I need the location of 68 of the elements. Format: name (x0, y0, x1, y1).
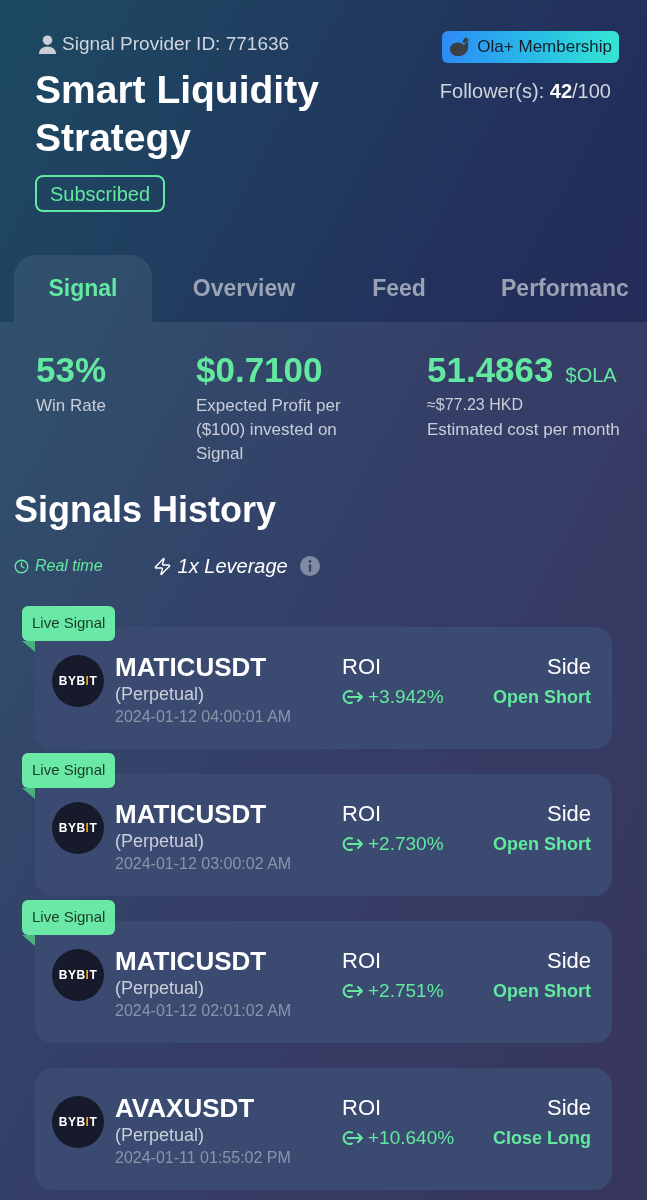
live-signal-tag: Live Signal (22, 900, 116, 935)
realtime-label: Real time (35, 556, 103, 576)
live-signal-tag: Live Signal (22, 606, 116, 641)
roi-value: +2.751% (368, 979, 444, 1003)
contract-type: (Perpetual) (115, 977, 205, 1000)
signal-time: 2024-01-12 02:01:02 AM (115, 1001, 292, 1021)
tag-fold-icon (22, 788, 35, 799)
logo-wordmark: BYBIT (58, 820, 98, 837)
stat-value: 53% (36, 350, 107, 390)
symbol-name: MATICUSDT (115, 799, 267, 829)
arrow-in-circle-icon (342, 1130, 364, 1146)
roi-label: ROI (342, 1094, 382, 1122)
arrow-in-circle-icon (342, 836, 364, 852)
roi-label: ROI (342, 947, 382, 975)
roi-label: ROI (342, 653, 382, 681)
tag-fold-icon (22, 641, 35, 652)
contract-type: (Perpetual) (115, 1124, 205, 1147)
logo-wordmark: BYBIT (58, 673, 98, 690)
person-icon (38, 34, 57, 54)
contract-type: (Perpetual) (115, 830, 205, 853)
signal-time: 2024-01-12 04:00:01 AM (115, 707, 292, 727)
tab[interactable]: Performanc (462, 255, 635, 322)
stat-unit: $OLA (565, 363, 617, 388)
clock-icon (14, 558, 29, 574)
whale-icon (449, 37, 472, 57)
lightning-icon (152, 556, 172, 576)
provider-id: Signal Provider ID: 771636 (62, 32, 290, 56)
roi-value: +3.942% (368, 685, 444, 709)
logo-wordmark: BYBIT (58, 1114, 98, 1131)
stat-subvalue: ≈$77.23 HKD (427, 395, 523, 415)
tab[interactable]: Feed (336, 255, 462, 322)
tag-fold-icon (22, 935, 35, 946)
symbol-name: MATICUSDT (115, 946, 267, 976)
roi-value: +2.730% (368, 832, 444, 856)
symbol-name: MATICUSDT (115, 652, 267, 682)
subscribed-button[interactable]: Subscribed (35, 175, 166, 212)
side-value: Open Short (493, 833, 591, 856)
contract-type: (Perpetual) (115, 683, 205, 706)
strategy-title: Smart Liquidity Strategy (35, 67, 320, 161)
roi-label: ROI (342, 800, 382, 828)
roi-value: +10.640% (368, 1126, 455, 1150)
signal-time: 2024-01-12 03:00:02 AM (115, 854, 292, 874)
side-label: Side (546, 947, 591, 975)
live-signal-tag: Live Signal (22, 753, 116, 788)
membership-button[interactable]: Ola+ Membership (442, 31, 619, 63)
leverage-label: 1x Leverage (177, 554, 288, 579)
signal-card[interactable]: BYBIT AVAXUSDT (Perpetual) 2024-01-11 01:55:02 PM ROI +10.640% Side Close Long (35, 1068, 612, 1190)
section-title: Signals History (14, 488, 277, 532)
arrow-in-circle-icon (342, 689, 364, 705)
stat-label: Win Rate (36, 395, 106, 417)
info-icon[interactable] (299, 556, 320, 576)
side-label: Side (546, 800, 591, 828)
side-label: Side (546, 1094, 591, 1122)
logo-wordmark: BYBIT (58, 967, 98, 984)
stat-label: Expected Profit per ($100) invested on Signal (196, 395, 342, 465)
tab[interactable]: Signal (14, 255, 152, 322)
stat-value: 51.4863 (427, 350, 554, 390)
side-label: Side (546, 653, 591, 681)
arrow-in-circle-icon (342, 983, 364, 999)
stat-value: $0.7100 (196, 350, 323, 390)
tab[interactable]: Overview (152, 255, 336, 322)
signal-time: 2024-01-11 01:55:02 PM (115, 1148, 291, 1168)
symbol-name: AVAXUSDT (115, 1093, 255, 1123)
side-value: Open Short (493, 980, 591, 1003)
side-value: Close Long (493, 1127, 591, 1150)
followers-count: Follower(s): 42/100 (439, 79, 611, 104)
stat-label: Estimated cost per month (427, 419, 620, 441)
side-value: Open Short (493, 686, 591, 709)
